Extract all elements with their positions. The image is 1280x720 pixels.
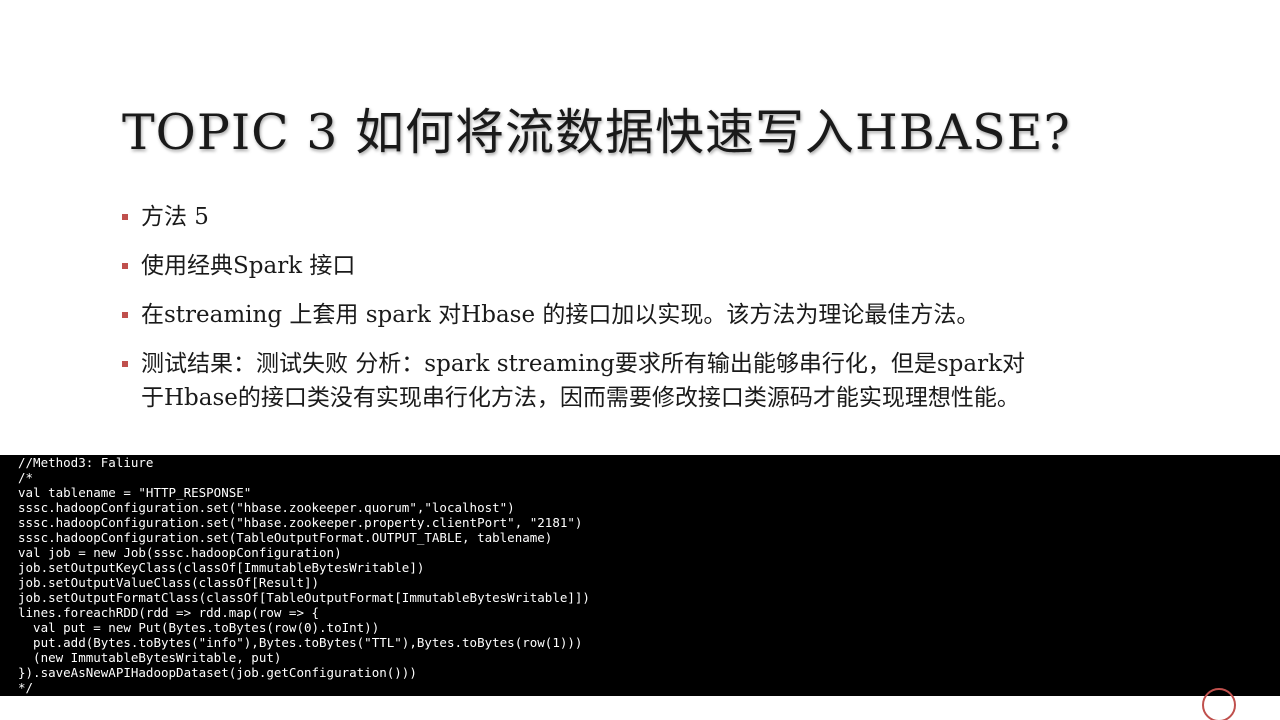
bullet-marker-icon [122,214,128,220]
code-line: //Method3: Faliure [18,455,154,470]
code-line: val put = new Put(Bytes.toBytes(row(0).t… [18,620,380,635]
code-screenshot: //Method3: Faliure /* val tablename = "H… [0,455,1280,696]
bullet-text: 在streaming 上套用 spark 对Hbase 的接口加以实现。该方法为… [141,302,980,328]
code-line: */ [18,680,34,695]
bullet-marker-icon [122,263,128,269]
code-line: sssc.hadoopConfiguration.set("hbase.zook… [18,500,515,515]
code-line: put.add(Bytes.toBytes("info"),Bytes.toBy… [18,635,583,650]
bullet-text-line: 于Hbase的接口类没有实现串行化方法，因而需要修改接口类源码才能实现理想性能。 [141,385,1020,411]
code-line: val tablename = "HTTP_RESPONSE" [18,485,252,500]
bullet-text: 方法 5 [141,204,209,230]
code-line: job.setOutputValueClass(classOf[Result]) [18,575,320,590]
code-line: sssc.hadoopConfiguration.set(TableOutput… [18,530,553,545]
slide-number-circle-icon [1202,688,1236,720]
code-line: (new ImmutableBytesWritable, put) [18,650,282,665]
slide: TOPIC 3 如何将流数据快速写入HBASE? 方法 5 使用经典Spark … [0,0,1280,720]
code-line: }).saveAsNewAPIHadoopDataset(job.getConf… [18,665,417,680]
code-line: job.setOutputFormatClass(classOf[TableOu… [18,590,590,605]
bullet-item: 测试结果：测试失败 分析：spark streaming要求所有输出能够串行化，… [122,347,1122,415]
bullet-text: 使用经典Spark 接口 [141,253,356,279]
bullet-text-line: 测试结果：测试失败 分析：spark streaming要求所有输出能够串行化，… [141,351,1026,377]
bullet-marker-icon [122,361,128,367]
code-line: lines.foreachRDD(rdd => rdd.map(row => { [18,605,320,620]
bullet-item: 方法 5 [122,200,1122,234]
bullet-marker-icon [122,312,128,318]
code-line: sssc.hadoopConfiguration.set("hbase.zook… [18,515,583,530]
code-line: val job = new Job(sssc.hadoopConfigurati… [18,545,342,560]
bullet-item: 使用经典Spark 接口 [122,249,1122,283]
bullet-list: 方法 5 使用经典Spark 接口 在streaming 上套用 spark 对… [122,200,1122,430]
slide-title: TOPIC 3 如何将流数据快速写入HBASE? [122,104,1071,161]
code-line: /* [18,470,34,485]
code-line: job.setOutputKeyClass(classOf[ImmutableB… [18,560,425,575]
bullet-item: 在streaming 上套用 spark 对Hbase 的接口加以实现。该方法为… [122,298,1122,332]
